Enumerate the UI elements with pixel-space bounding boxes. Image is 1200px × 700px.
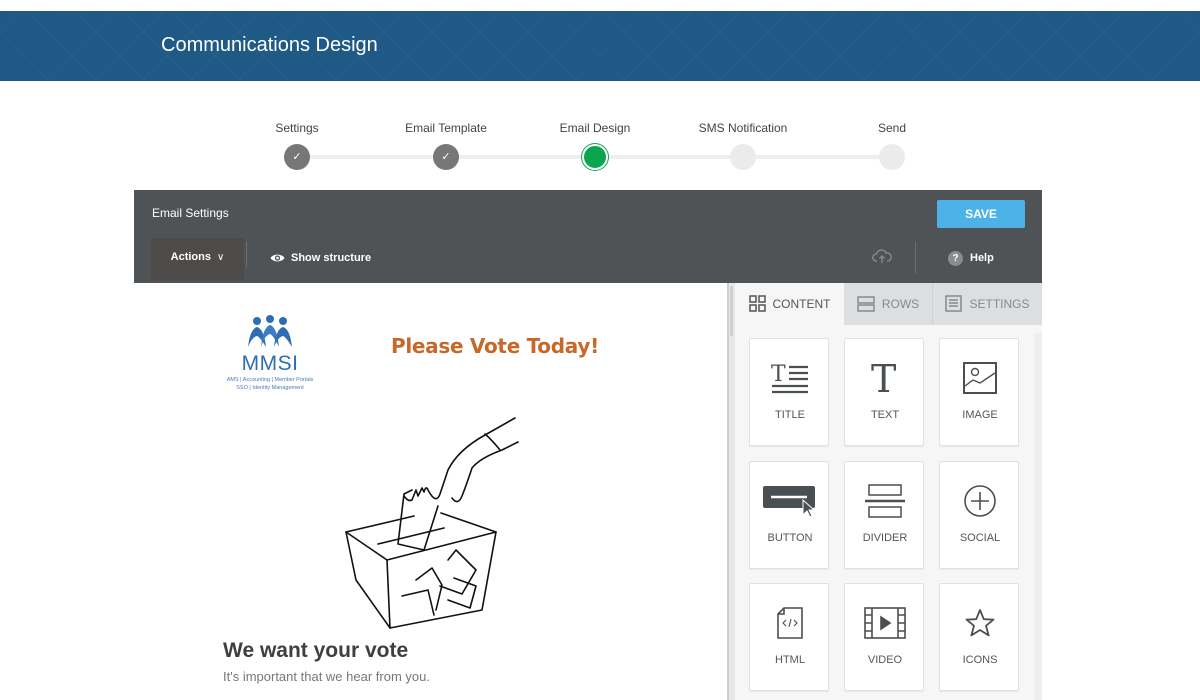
step-email-design[interactable]: Email Design (520, 120, 670, 170)
tile-title[interactable]: T TITLE (749, 338, 829, 446)
step-sms-notification[interactable]: SMS Notification (668, 120, 818, 170)
tile-label: DIVIDER (862, 532, 908, 544)
title-icon: T (771, 362, 808, 394)
page-banner: Communications Design (0, 11, 1200, 81)
editor-toolbar: Email Settings SAVE Actions ∨ Show struct… (134, 190, 1042, 283)
tile-label: VIDEO (867, 654, 903, 666)
tile-label: ICONS (962, 654, 998, 666)
rows-icon (857, 296, 875, 312)
content-panel: CONTENT ROWS SETTINGS T TITLE T TEXT IMA… (735, 283, 1042, 700)
step-indicator-pending (730, 144, 756, 170)
ballot-box-illustration (345, 417, 519, 629)
video-icon (864, 607, 906, 639)
tile-text[interactable]: T TEXT (844, 338, 924, 446)
logo-tagline: SSO | Identity Management (236, 385, 304, 391)
svg-text:T: T (771, 362, 786, 387)
toolbar-divider (915, 242, 916, 274)
email-subtext[interactable]: It's important that we hear from you. (223, 669, 430, 684)
canvas-scrollbar[interactable] (727, 283, 735, 700)
step-indicator-done: ✓ (284, 144, 310, 170)
chevron-down-icon: ∨ (217, 252, 225, 263)
tile-label: TEXT (870, 409, 900, 421)
tile-video[interactable]: VIDEO (844, 583, 924, 691)
scrollbar-thumb[interactable] (730, 286, 733, 336)
step-indicator-pending (879, 144, 905, 170)
grid-icon (748, 295, 766, 313)
tile-label: BUTTON (767, 532, 813, 544)
editor-title: Email Settings (152, 206, 229, 220)
text-icon: T (871, 359, 896, 397)
image-icon (963, 362, 997, 394)
tab-label: CONTENT (772, 297, 831, 311)
tab-settings[interactable]: SETTINGS (933, 283, 1042, 325)
social-icon (964, 485, 996, 517)
svg-text:T: T (871, 359, 896, 397)
html-icon (777, 607, 803, 639)
tab-content[interactable]: CONTENT (735, 283, 844, 326)
tile-label: HTML (775, 654, 805, 666)
step-label: SMS Notification (698, 121, 788, 135)
panel-scroll-edge (1035, 333, 1042, 700)
toolbar-divider (246, 242, 247, 268)
step-label: Settings (275, 121, 319, 135)
step-label: Email Template (405, 121, 487, 135)
tile-social[interactable]: SOCIAL (939, 461, 1019, 569)
email-canvas[interactable]: MMSI AMS | Accounting | Member Portals S… (134, 283, 727, 700)
step-indicator-done: ✓ (433, 144, 459, 170)
cloud-upload-icon[interactable] (872, 248, 892, 269)
tile-label: SOCIAL (959, 532, 1001, 544)
tab-label: ROWS (881, 297, 920, 311)
divider-icon (865, 484, 905, 518)
tab-rows[interactable]: ROWS (844, 283, 933, 325)
step-label: Email Design (559, 121, 631, 135)
tab-label: SETTINGS (969, 297, 1030, 311)
save-button[interactable]: SAVE (937, 200, 1025, 228)
check-icon: ✓ (441, 151, 451, 163)
tile-label: TITLE (775, 409, 805, 421)
panel-tabs: CONTENT ROWS SETTINGS (735, 283, 1042, 326)
step-email-template[interactable]: Email Template ✓ (371, 120, 521, 170)
tile-html[interactable]: HTML (749, 583, 829, 691)
tile-icons[interactable]: ICONS (939, 583, 1019, 691)
logo-tagline: AMS | Accounting | Member Portals (226, 377, 314, 383)
star-icon (965, 609, 995, 637)
tile-divider[interactable]: DIVIDER (844, 461, 924, 569)
settings-doc-icon (945, 295, 963, 313)
help-icon: ? (948, 250, 963, 266)
logo-text: MMSI (241, 352, 299, 375)
email-headline[interactable]: Please Vote Today! (391, 334, 599, 358)
help-label: Help (970, 252, 994, 264)
step-indicator-active (582, 144, 608, 170)
show-structure-toggle[interactable]: Show structure (270, 248, 371, 268)
help-button[interactable]: ? Help (948, 248, 994, 268)
actions-dropdown[interactable]: Actions ∨ (151, 238, 244, 280)
tile-image[interactable]: IMAGE (939, 338, 1019, 446)
actions-label: Actions (170, 251, 211, 263)
eye-icon (270, 254, 285, 262)
mmsi-logo: MMSI AMS | Accounting | Member Portals S… (220, 315, 320, 392)
step-label: Send (877, 121, 907, 135)
tile-label: IMAGE (962, 409, 998, 421)
button-icon (763, 486, 816, 518)
tile-button[interactable]: BUTTON (749, 461, 829, 569)
step-send[interactable]: Send (817, 120, 967, 170)
step-settings[interactable]: Settings ✓ (222, 120, 372, 170)
email-heading[interactable]: We want your vote (223, 639, 408, 663)
wizard-stepper: Settings ✓ Email Template ✓ Email Design… (0, 120, 1200, 180)
check-icon: ✓ (292, 151, 302, 163)
page-title: Communications Design (161, 34, 378, 56)
show-structure-label: Show structure (291, 252, 372, 264)
people-logo-icon (248, 315, 292, 347)
